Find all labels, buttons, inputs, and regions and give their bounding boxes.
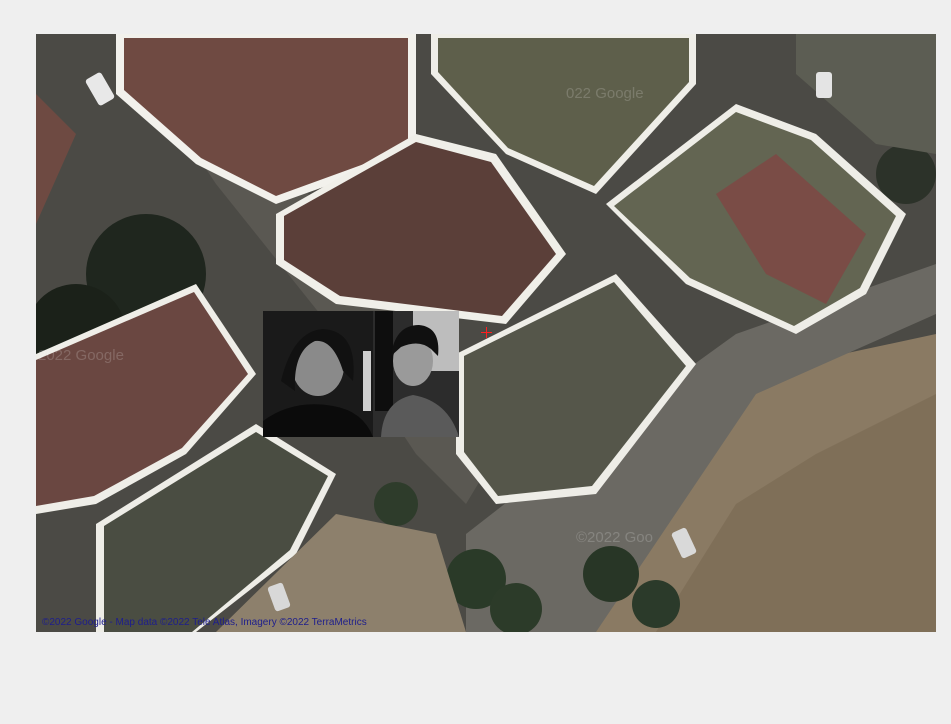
map-view[interactable]: 022 Google 2022 Google ©2022 Goo ©2022 G…	[36, 34, 936, 632]
map-attribution: ©2022 Google - Map data ©2022 Tele Atlas…	[42, 617, 367, 628]
grayscale-photo	[263, 311, 459, 437]
page: 022 Google 2022 Google ©2022 Goo ©2022 G…	[0, 0, 951, 724]
crosshair-icon	[481, 327, 492, 338]
photo-overlay[interactable]	[263, 311, 459, 437]
watermark-text: 2022 Google	[38, 347, 124, 364]
watermark-text: ©2022 Goo	[576, 529, 653, 546]
watermark-text: 022 Google	[566, 85, 644, 102]
